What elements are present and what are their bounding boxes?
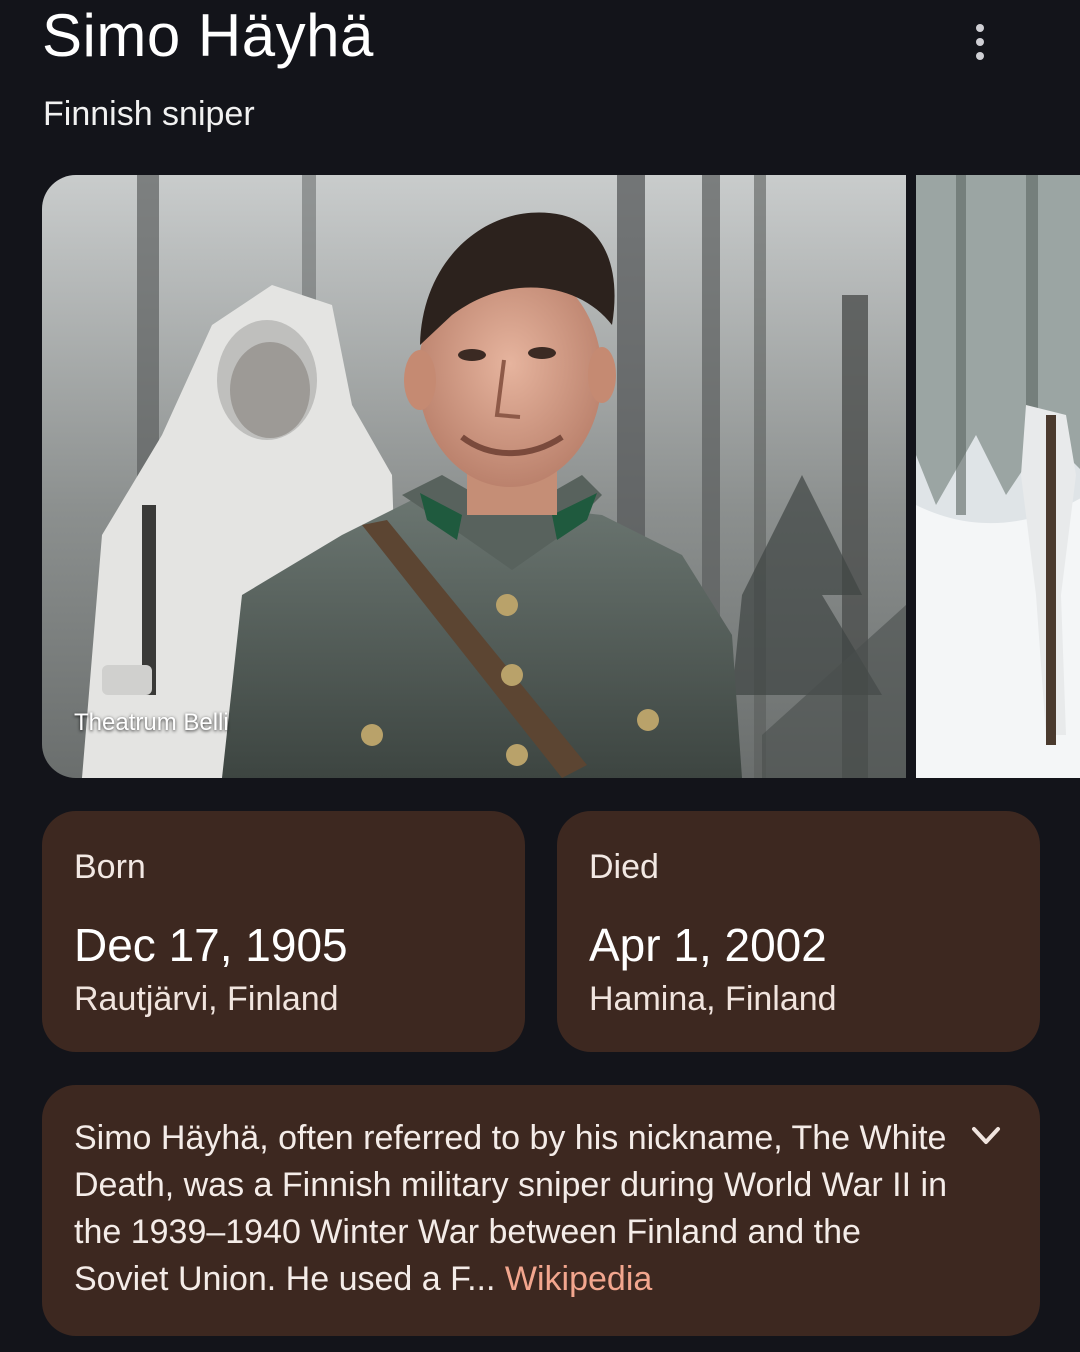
description-text: Simo Häyhä, often referred to by his nic… [74, 1115, 954, 1303]
page-title: Simo Häyhä [42, 2, 374, 69]
snow-forest-photo [916, 175, 1080, 778]
secondary-photo[interactable] [916, 175, 1080, 778]
portrait-photo [42, 175, 906, 778]
more-vert-icon [976, 24, 984, 32]
died-place: Hamina, Finland [589, 980, 837, 1018]
description-card[interactable]: Simo Häyhä, often referred to by his nic… [42, 1085, 1040, 1336]
born-card[interactable]: Born Dec 17, 1905 Rautjärvi, Finland [42, 811, 525, 1052]
chevron-down-icon [972, 1127, 1000, 1144]
description-source-link[interactable]: Wikipedia [505, 1260, 652, 1298]
image-carousel[interactable]: Theatrum Belli [42, 175, 1080, 778]
image-credit: Theatrum Belli [74, 709, 229, 736]
page-subtitle: Finnish sniper [43, 95, 255, 133]
more-vert-icon-dot [976, 52, 984, 60]
died-card[interactable]: Died Apr 1, 2002 Hamina, Finland [557, 811, 1040, 1052]
knowledge-panel: Simo Häyhä Finnish sniper Theatrum Belli… [0, 0, 1080, 1352]
main-photo[interactable]: Theatrum Belli [42, 175, 906, 778]
more-options-button[interactable] [955, 15, 1005, 69]
born-label: Born [74, 848, 146, 886]
died-label: Died [589, 848, 659, 886]
more-vert-icon-dot [976, 38, 984, 46]
born-date: Dec 17, 1905 [74, 919, 348, 971]
died-date: Apr 1, 2002 [589, 919, 827, 971]
expand-description-button[interactable] [962, 1117, 1010, 1157]
born-place: Rautjärvi, Finland [74, 980, 339, 1018]
